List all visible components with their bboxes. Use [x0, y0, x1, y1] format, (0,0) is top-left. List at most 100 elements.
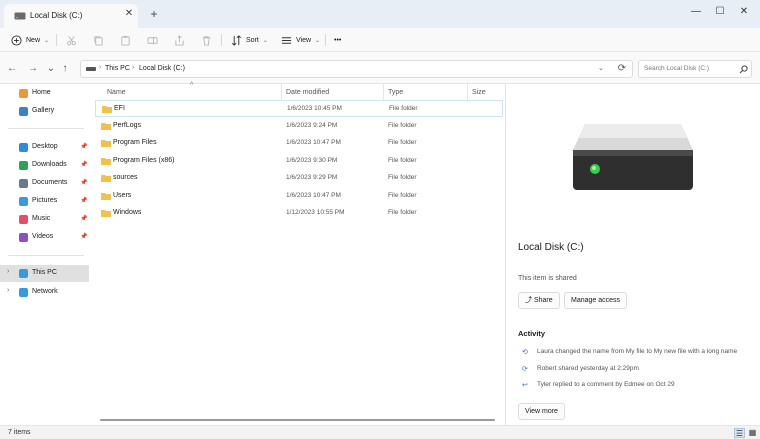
- chevron-down-icon: ⌄: [44, 37, 50, 44]
- more-options-button[interactable]: •••: [334, 32, 341, 48]
- pictures-icon: [19, 197, 28, 206]
- tab-local-disk[interactable]: Local Disk (C:) ✕: [4, 4, 138, 28]
- copy-button[interactable]: [93, 32, 104, 48]
- documents-icon: [19, 179, 28, 188]
- sort-icon: [232, 34, 241, 46]
- maximize-button[interactable]: ☐: [708, 2, 732, 22]
- file-list: ^ Name Date modified Type Size EFI 1/6/20…: [89, 82, 505, 425]
- tiles-view-button[interactable]: ▦: [747, 428, 758, 438]
- chevron-down-icon: ⌄: [262, 37, 268, 44]
- sidebar-item-pictures[interactable]: Pictures 📌: [0, 193, 89, 210]
- chevron-right-icon[interactable]: ›: [7, 268, 9, 275]
- chevron-right-icon[interactable]: ›: [7, 287, 9, 294]
- desktop-icon: [19, 143, 28, 152]
- sort-button[interactable]: Sort ⌄: [231, 32, 268, 48]
- pin-icon: 📌: [80, 162, 88, 168]
- address-bar[interactable]: › This PC › Local Disk (C:) ⌄: [80, 60, 633, 78]
- view-more-button[interactable]: View more: [518, 403, 565, 420]
- table-row[interactable]: PerfLogs 1/6/2023 9:24 PM File folder: [95, 118, 503, 135]
- view-button[interactable]: View ⌄: [281, 32, 320, 48]
- table-row[interactable]: EFI 1/6/2023 10:45 PM File folder: [95, 100, 503, 117]
- sidebar-item-gallery[interactable]: Gallery: [0, 103, 89, 120]
- activity-item: ↩ Tyler replied to a comment by Edmee on…: [518, 380, 758, 392]
- file-date: 1/6/2023 10:45 PM: [287, 105, 342, 112]
- drive-icon: [86, 67, 96, 71]
- recent-locations-button[interactable]: ⌄: [44, 62, 58, 76]
- shared-status: This item is shared: [518, 275, 577, 282]
- table-row[interactable]: Windows 1/12/2023 10:55 PM File folder: [95, 205, 503, 222]
- divider: [8, 128, 84, 129]
- column-header-name[interactable]: Name: [107, 89, 126, 96]
- file-type: File folder: [388, 191, 417, 199]
- folder-icon: [101, 210, 111, 217]
- column-divider[interactable]: [281, 84, 282, 100]
- sidebar-item-label: Network: [32, 288, 58, 295]
- sidebar-item-label: Videos: [32, 233, 54, 240]
- sidebar-item-home[interactable]: Home: [0, 85, 89, 102]
- table-row[interactable]: Users 1/6/2023 10:47 PM File folder: [95, 188, 503, 205]
- sidebar-item-music[interactable]: Music 📌: [0, 211, 89, 228]
- search-icon: [739, 65, 748, 74]
- file-type: File folder: [388, 209, 417, 216]
- manage-access-button[interactable]: Manage access: [564, 292, 628, 309]
- new-tab-button[interactable]: +: [146, 6, 162, 22]
- folder-icon: [102, 106, 112, 113]
- chevron-down-icon: ⌄: [315, 37, 321, 44]
- sidebar-item-documents[interactable]: Documents 📌: [0, 175, 89, 192]
- table-row[interactable]: Program Files (x86) 1/6/2023 9:30 PM File …: [95, 153, 503, 170]
- back-button[interactable]: ←: [5, 62, 19, 76]
- column-header-date-modified[interactable]: Date modified: [286, 89, 329, 96]
- sidebar-item-downloads[interactable]: Downloads 📌: [0, 157, 89, 174]
- rename-button[interactable]: [147, 32, 158, 48]
- details-title: Local Disk (C:): [518, 242, 584, 253]
- close-tab-icon[interactable]: ✕: [123, 8, 135, 19]
- column-divider[interactable]: [383, 84, 384, 100]
- close-window-button[interactable]: ✕: [732, 2, 756, 22]
- sidebar-item-this-pc[interactable]: › This PC: [0, 265, 89, 282]
- search-input[interactable]: Search Local Disk (C:): [638, 60, 752, 78]
- file-date: 1/6/2023 9:29 PM: [286, 174, 338, 181]
- column-divider[interactable]: [467, 84, 468, 100]
- file-name: Users: [113, 191, 132, 199]
- home-icon: [19, 89, 28, 98]
- column-header-type[interactable]: Type: [388, 89, 403, 96]
- pin-icon: 📌: [80, 234, 88, 240]
- sidebar-item-desktop[interactable]: Desktop 📌: [0, 139, 89, 156]
- share-button[interactable]: [174, 32, 185, 48]
- sidebar-item-label: Pictures: [32, 197, 58, 204]
- pin-icon: 📌: [80, 216, 88, 222]
- horizontal-scrollbar[interactable]: [100, 419, 495, 421]
- share-icon: [175, 34, 184, 46]
- delete-button[interactable]: [201, 32, 212, 48]
- refresh-button[interactable]: ⟳: [615, 62, 629, 76]
- activity-text: Laura changed the name from My file to M…: [537, 348, 738, 355]
- address-dropdown-icon[interactable]: ⌄: [598, 64, 604, 72]
- folder-icon: [101, 157, 111, 165]
- table-row[interactable]: sources 1/6/2023 9:29 PM File folder: [95, 170, 503, 187]
- pin-icon: 📌: [80, 180, 88, 186]
- breadcrumb-local-disk[interactable]: Local Disk (C:): [139, 65, 185, 72]
- breadcrumb-this-pc[interactable]: This PC: [105, 65, 130, 72]
- new-button[interactable]: New ⌄: [11, 32, 49, 48]
- table-row[interactable]: Program Files 1/6/2023 10:47 PM File folde…: [95, 135, 503, 152]
- file-name: PerfLogs: [113, 121, 142, 129]
- share-button[interactable]: ⤴ Share: [518, 292, 560, 309]
- paste-button[interactable]: [120, 32, 131, 48]
- copy-icon: [94, 35, 103, 46]
- forward-button[interactable]: →: [26, 62, 40, 76]
- file-date: 1/6/2023 10:47 PM: [286, 139, 341, 146]
- title-bar: Local Disk (C:) ✕ + — ☐ ✕: [0, 0, 760, 28]
- navigation-pane: Home Gallery Desktop 📌 Downloads 📌 Docum…: [0, 84, 89, 425]
- details-view-button[interactable]: ☰: [734, 428, 745, 438]
- file-name: Program Files: [113, 139, 157, 146]
- sidebar-item-videos[interactable]: Videos 📌: [0, 229, 89, 246]
- activity-item: ⟳ Robert shared yesterday at 2:29pm: [518, 364, 758, 376]
- divider: [325, 34, 326, 46]
- up-button[interactable]: ↑: [58, 62, 72, 76]
- sidebar-item-network[interactable]: › Network: [0, 284, 89, 301]
- cut-button[interactable]: [66, 32, 77, 48]
- share-icon: ⤴: [525, 297, 532, 304]
- column-header-size[interactable]: Size: [472, 89, 486, 96]
- divider: [56, 34, 57, 46]
- minimize-button[interactable]: —: [684, 2, 708, 22]
